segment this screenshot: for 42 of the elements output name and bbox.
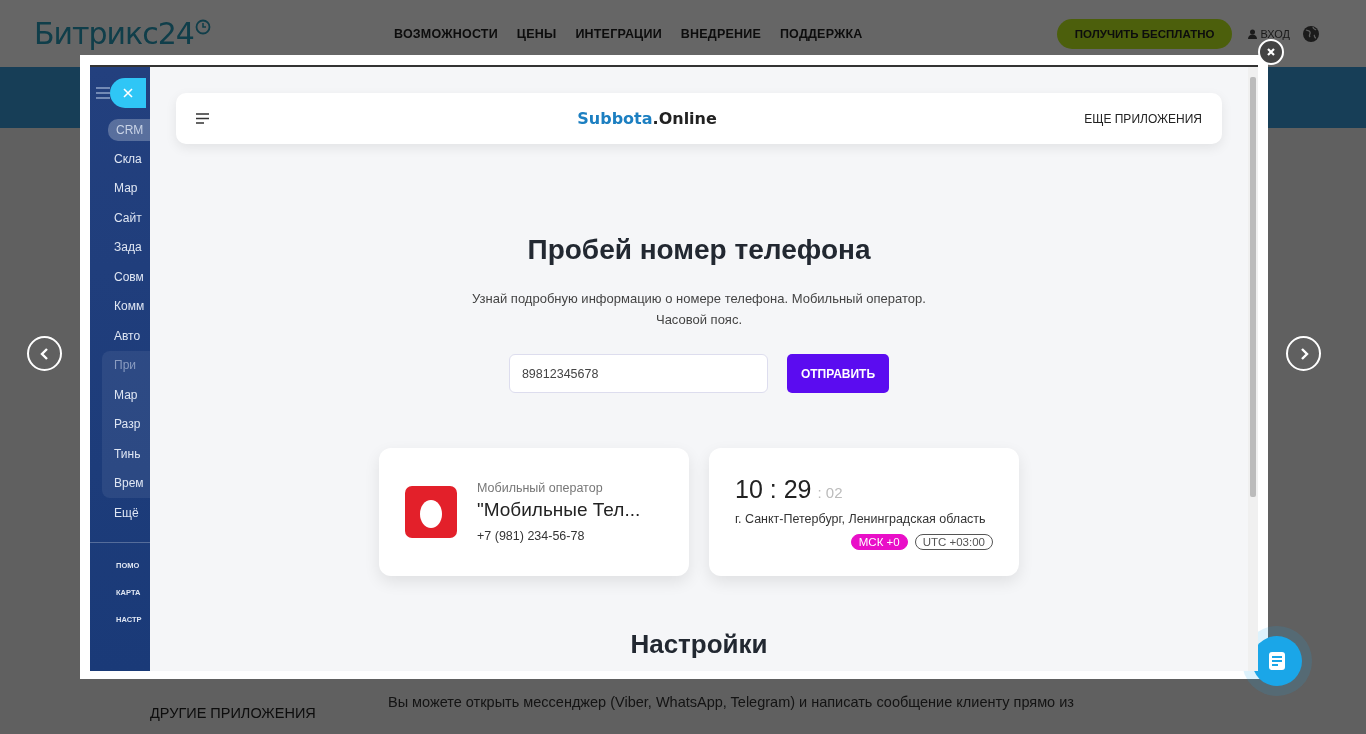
sidebar-item[interactable]: Мар <box>102 380 150 410</box>
close-icon <box>123 88 133 98</box>
sidebar-item[interactable]: Разр <box>102 409 150 439</box>
operator-label: Мобильный оператор <box>477 481 604 495</box>
sidebar-item[interactable]: Авто <box>90 321 150 351</box>
next-button[interactable] <box>1286 336 1321 371</box>
sidebar-item[interactable]: Тинь <box>102 439 150 469</box>
section-text: Вы можете открыть мессенджер (Viber, WhatsApp, Telegram) и написать сообщение клиенту прямо из <box>388 694 1074 710</box>
brand-name[interactable]: Subbota <box>577 109 653 128</box>
user-icon <box>1248 28 1258 39</box>
page-heading: Пробей номер телефона <box>527 234 871 266</box>
sidebar-item[interactable]: Ещё <box>90 498 150 528</box>
previous-button[interactable] <box>27 336 62 371</box>
scrollbar[interactable] <box>1248 67 1258 671</box>
more-apps-link[interactable]: ЕЩЕ ПРИЛОЖЕНИЯ <box>1084 111 1202 126</box>
page-description: Узнай подробную информацию о номере телефона. Мобильный оператор. Часовой пояс. <box>471 290 927 329</box>
region-text: г. Санкт-Петербург, Ленинградская область <box>735 511 986 526</box>
document-icon <box>1267 651 1287 671</box>
section-heading: Настройки <box>630 630 768 658</box>
operator-logo-icon <box>405 486 457 538</box>
timezone-badge: МСК +0 <box>850 533 908 550</box>
sidebar-item[interactable]: Скла <box>90 144 150 174</box>
phone-input[interactable]: 89812345678 <box>508 354 768 393</box>
sidebar-item[interactable]: Зада <box>90 232 150 262</box>
sidebar-item[interactable]: Врем <box>102 468 150 498</box>
sidebar-item[interactable]: Совм <box>90 262 150 292</box>
close-button[interactable] <box>110 78 146 108</box>
local-time: 10 : 29 <box>735 474 812 504</box>
section-title: ДРУГИЕ ПРИЛОЖЕНИЯ <box>150 705 317 721</box>
clock-icon <box>194 19 211 35</box>
close-icon <box>1266 47 1276 57</box>
sidebar-item[interactable]: Комм <box>90 291 150 321</box>
menu-icon[interactable] <box>196 113 210 124</box>
submit-button[interactable]: ОТПРАВИТЬ <box>786 354 890 393</box>
sidebar-item[interactable]: Сайт <box>90 203 150 233</box>
sidebar-item[interactable]: Мар <box>90 173 150 203</box>
phone-number: +7 (981) 234-56-78 <box>477 529 586 543</box>
operator-name: "Мобильные Тел... <box>477 499 641 521</box>
timezone-badge: UTC +03:00 <box>914 533 993 550</box>
seconds-text: : 02 <box>817 483 843 501</box>
globe-icon[interactable] <box>1302 24 1320 43</box>
brand-suffix[interactable]: .Online <box>652 109 717 128</box>
